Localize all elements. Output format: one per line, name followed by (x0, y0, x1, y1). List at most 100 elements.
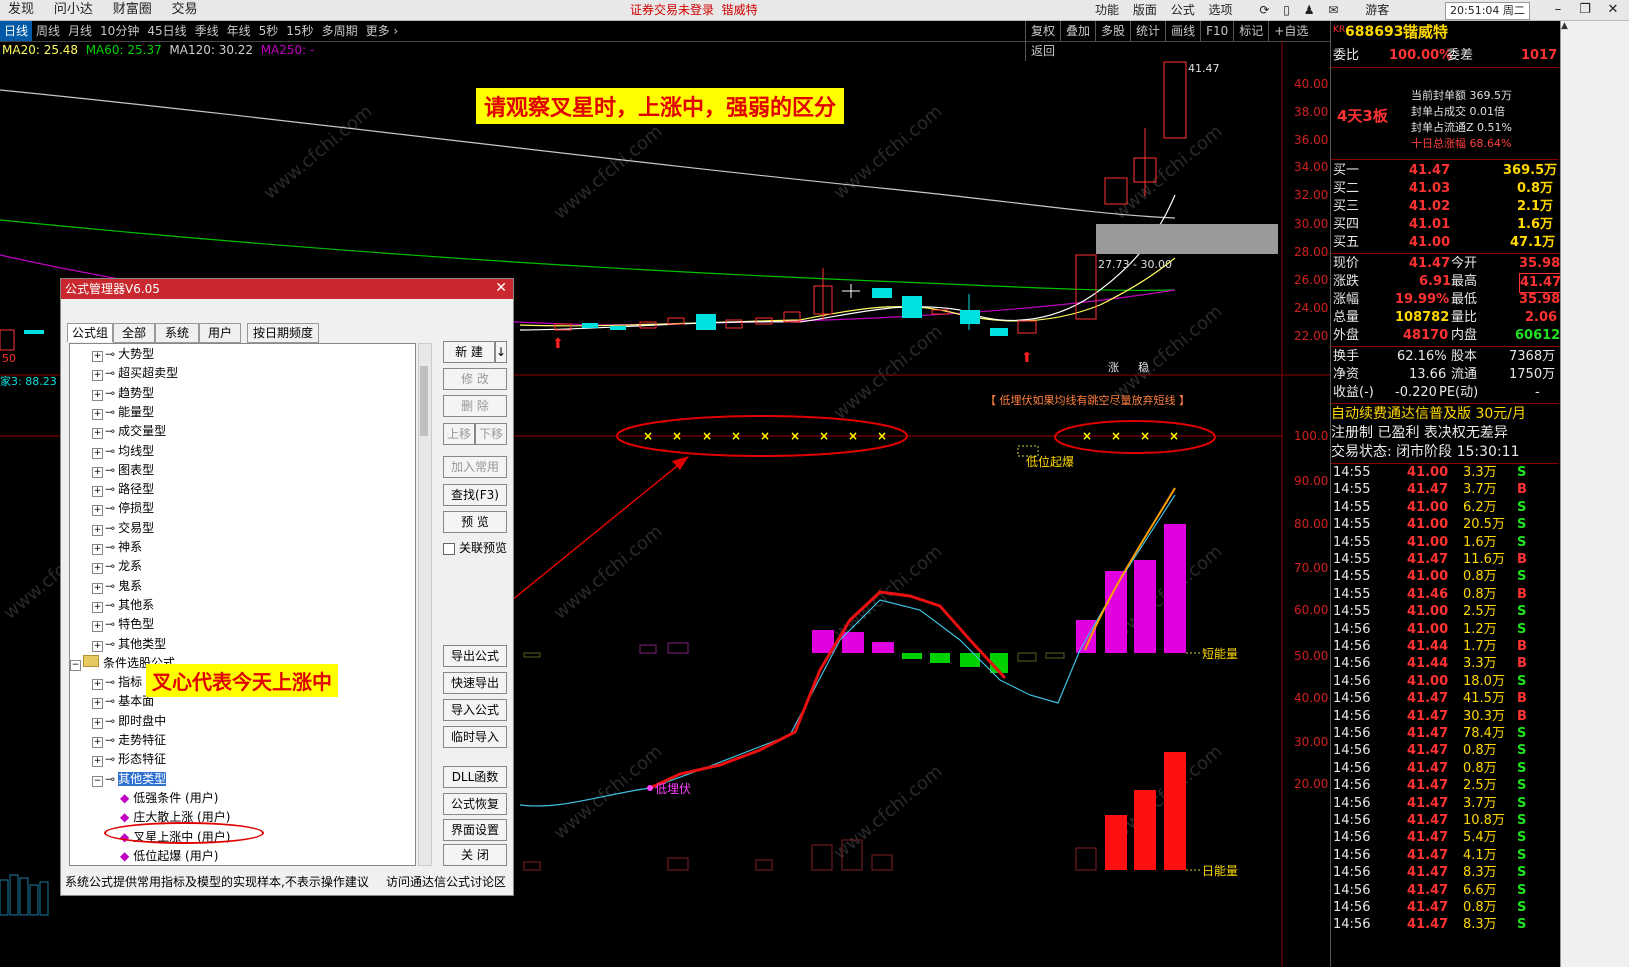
dialog-close-icon[interactable]: ✕ (495, 280, 507, 296)
tool-mark[interactable]: 标记 (1233, 21, 1268, 41)
expand-icon[interactable]: + (92, 640, 103, 652)
period-week[interactable]: 周线 (32, 21, 64, 41)
menu-item-wealth[interactable]: 财富圈 (105, 0, 160, 20)
tree-node[interactable]: + ⊸ 基本面 (92, 692, 154, 710)
dialog-title[interactable]: 公式管理器V6.05 (61, 279, 513, 299)
tool-overlay[interactable]: 叠加 (1060, 21, 1095, 41)
ui-settings-button[interactable]: 界面设置 (443, 819, 507, 841)
period-season[interactable]: 季线 (191, 21, 223, 41)
import-button[interactable]: 导入公式 (443, 699, 507, 721)
expand-icon[interactable]: + (92, 466, 103, 478)
tree-node[interactable]: − ⊸ 其他类型 (92, 770, 167, 788)
login-alert[interactable]: 证券交易未登录 锴威特 (630, 0, 758, 20)
tree-node[interactable]: + ⊸ 成交量型 (92, 422, 166, 440)
tool-f10[interactable]: F10 (1200, 21, 1233, 41)
tab-system[interactable]: 系统 (155, 323, 199, 343)
find-button[interactable]: 查找(F3) (443, 484, 507, 506)
tree-node[interactable]: + ⊸ 能量型 (92, 403, 154, 421)
close-icon[interactable]: ✕ (1600, 0, 1626, 20)
formula-tree[interactable]: + ⊸ 大势型 + ⊸ 超买超卖型 + ⊸ 趋势型 + ⊸ 能量型 + ⊸ 成交量型 + ⊸ 均线型 + ⊸ 图表型 + ⊸… (69, 343, 416, 866)
preview-button[interactable]: 预 览 (443, 511, 507, 533)
tree-node[interactable]: + ⊸ 即时盘中 (92, 712, 166, 730)
scrollbar-thumb[interactable] (420, 366, 428, 436)
formula-manager-dialog[interactable]: 公式管理器V6.05 ✕ 公式组 全部 系统 用户 按日期频度 + ⊸ 大势型 + ⊸ 超… (60, 278, 514, 896)
phone-icon[interactable]: ▯ (1278, 3, 1295, 17)
refresh-icon[interactable]: ⟳ (1241, 3, 1274, 17)
tree-node[interactable]: + ⊸ 图表型 (92, 461, 154, 479)
expand-icon[interactable]: + (92, 601, 103, 613)
buy-level-4[interactable]: 买四 41.01 1.6万 (1331, 216, 1555, 234)
tree-node[interactable]: + ⊸ 大势型 (92, 345, 154, 363)
period-month[interactable]: 月线 (64, 21, 96, 41)
tree-node[interactable]: + ⊸ 指标 (92, 673, 142, 691)
menu-item-trade[interactable]: 交易 (164, 0, 206, 20)
tree-node[interactable]: + ⊸ 特色型 (92, 615, 154, 633)
expand-icon[interactable]: + (92, 756, 103, 768)
tree-node[interactable]: + ⊸ 神系 (92, 538, 142, 556)
period-day[interactable]: 日线 (0, 21, 33, 41)
expand-icon[interactable]: + (92, 486, 103, 498)
quick-export-button[interactable]: 快速导出 (443, 672, 507, 694)
expand-icon[interactable]: + (92, 524, 103, 536)
tree-node[interactable]: + ⊸ 路径型 (92, 480, 154, 498)
menu-options[interactable]: 选项 (1204, 3, 1238, 17)
new-button[interactable]: 新 建 (443, 341, 495, 363)
expand-icon[interactable]: + (92, 679, 103, 691)
tree-node[interactable]: + ⊸ 走势特征 (92, 731, 166, 749)
expand-icon[interactable]: + (92, 408, 103, 420)
buy-level-1[interactable]: 买一 41.47 369.5万 (1331, 162, 1557, 180)
tab-all[interactable]: 全部 (113, 323, 155, 343)
expand-icon[interactable]: + (92, 351, 103, 362)
expand-icon[interactable]: + (92, 737, 103, 748)
minimize-icon[interactable]: – (1545, 0, 1571, 20)
expand-icon[interactable]: + (92, 563, 103, 575)
person-icon[interactable]: ♟ (1299, 3, 1320, 17)
buy-level-2[interactable]: 买二 41.03 0.8万 (1331, 180, 1555, 198)
export-button[interactable]: 导出公式 (443, 645, 507, 667)
expand-icon[interactable]: + (92, 582, 103, 594)
menu-function[interactable]: 功能 (1090, 3, 1124, 17)
ad-banner[interactable]: 自动续费通达信普及版 30元/月 (1331, 405, 1555, 423)
close-button[interactable]: 关 闭 (443, 844, 507, 866)
tree-node[interactable]: + ⊸ 其他系 (92, 596, 154, 614)
collapse-icon[interactable]: − (92, 775, 103, 787)
temp-import-button[interactable]: 临时导入 (443, 726, 507, 748)
tool-fq[interactable]: 复权 (1025, 21, 1060, 41)
tree-node[interactable]: + ⊸ 龙系 (92, 557, 142, 575)
expand-icon[interactable]: + (92, 447, 103, 459)
period-5sec[interactable]: 5秒 (255, 21, 283, 41)
collapse-icon[interactable]: − (70, 659, 81, 671)
tree-node[interactable]: + ⊸ 鬼系 (92, 577, 142, 595)
tree-node[interactable]: + ⊸ 停损型 (92, 499, 154, 517)
expand-icon[interactable]: + (92, 544, 103, 555)
tab-by-date[interactable]: 按日期频度 (247, 323, 319, 343)
period-45day[interactable]: 45日线 (143, 21, 190, 41)
period-year[interactable]: 年线 (223, 21, 255, 41)
period-15sec[interactable]: 15秒 (282, 21, 317, 41)
menu-item-ask[interactable]: 问小达 (46, 0, 101, 20)
expand-icon[interactable]: + (92, 505, 103, 517)
edit-button[interactable]: 修 改 (443, 368, 507, 390)
tree-node[interactable]: + ⊸ 均线型 (92, 442, 154, 460)
tool-addfav[interactable]: +自选 (1268, 21, 1313, 41)
period-10min[interactable]: 10分钟 (96, 21, 143, 41)
user-label[interactable]: 游客 (1347, 3, 1394, 17)
restore-icon[interactable]: ❐ (1572, 0, 1598, 20)
buy-level-3[interactable]: 买三 41.02 2.1万 (1331, 198, 1555, 216)
move-up-button[interactable]: 上移 (443, 423, 475, 445)
tree-node[interactable]: + ⊸ 交易型 (92, 519, 154, 537)
tool-multi[interactable]: 多股 (1095, 21, 1130, 41)
tree-leaf-user-formula[interactable]: ◆ 低位起爆 (用户) (120, 847, 218, 865)
new-dropdown-icon[interactable]: ↓ (495, 341, 507, 363)
scroll-up-icon[interactable]: ▲ (1561, 21, 1571, 41)
move-down-button[interactable]: 下移 (475, 423, 507, 445)
expand-icon[interactable]: + (92, 698, 103, 710)
checkbox-box[interactable] (443, 542, 455, 555)
expand-icon[interactable]: + (92, 621, 103, 633)
period-more[interactable]: 更多 › (362, 21, 403, 41)
tree-node[interactable]: + ⊸ 形态特征 (92, 750, 166, 768)
tab-user[interactable]: 用户 (199, 323, 241, 343)
linked-preview-checkbox[interactable]: 关联预览 (443, 539, 507, 556)
restore-button[interactable]: 公式恢复 (443, 793, 507, 815)
period-multi[interactable]: 多周期 (318, 21, 362, 41)
